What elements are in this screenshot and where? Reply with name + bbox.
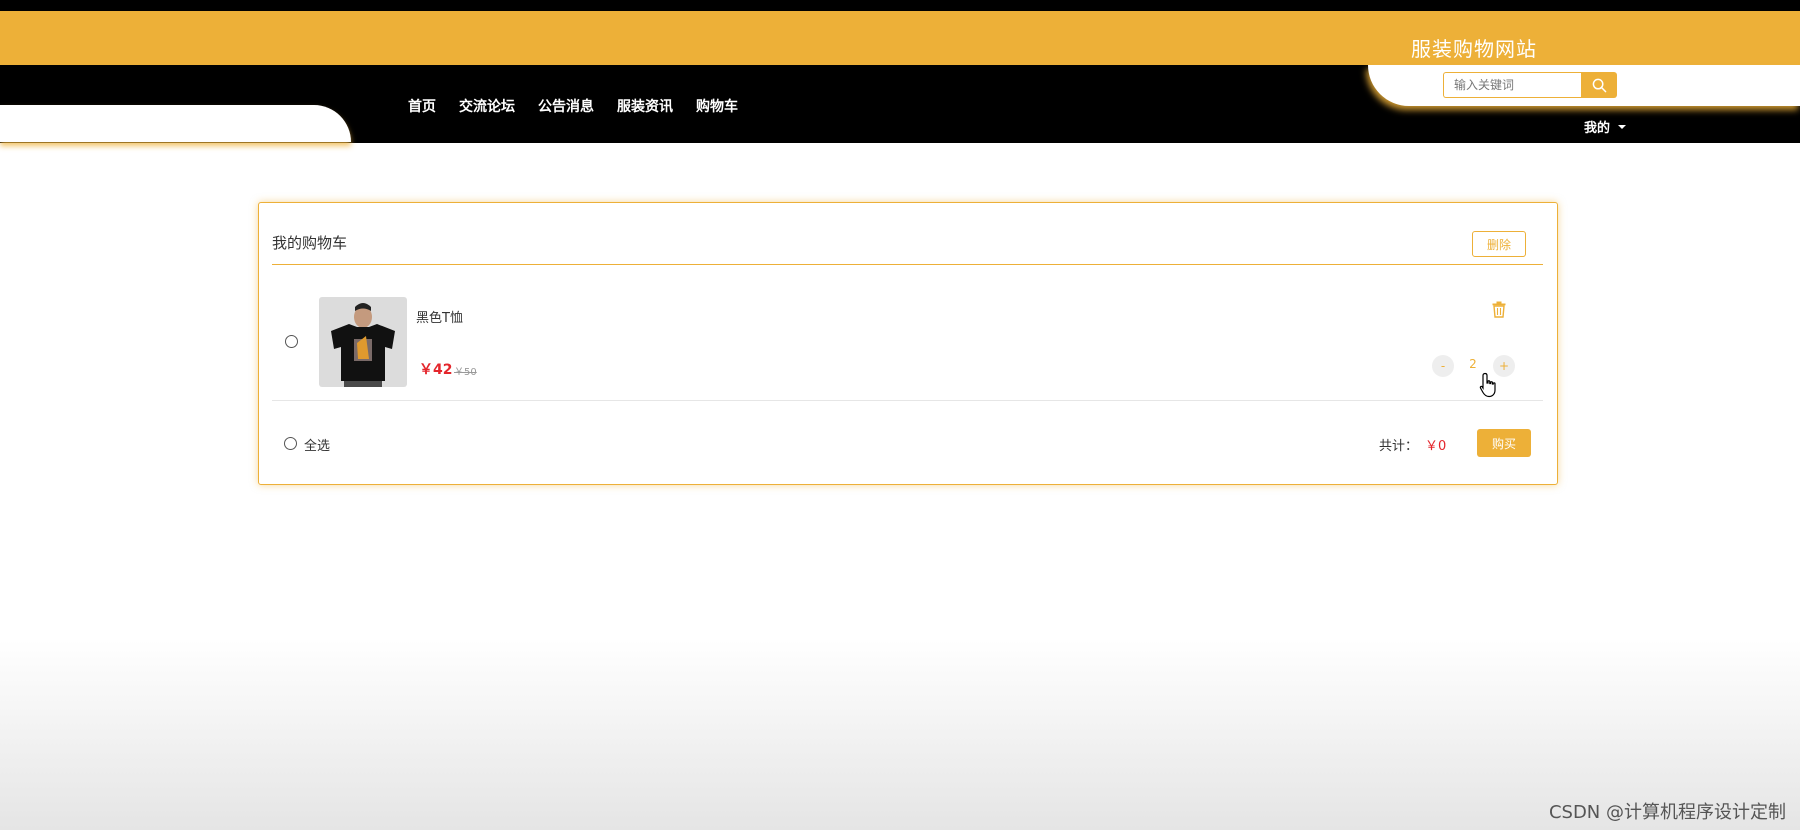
search-input[interactable] — [1443, 72, 1581, 98]
buy-button[interactable]: 购买 — [1477, 429, 1531, 457]
watermark: CSDN @计算机程序设计定制 — [1548, 802, 1786, 823]
delete-selected-button[interactable]: 删除 — [1472, 231, 1526, 257]
total-value: ￥0 — [1425, 439, 1447, 454]
caret-down-icon — [1618, 124, 1627, 129]
quantity-value[interactable]: 2 — [1456, 357, 1490, 371]
nav-item-forum[interactable]: 交流论坛 — [459, 96, 515, 116]
search-button[interactable] — [1581, 72, 1617, 98]
site-title: 服装购物网站 — [1411, 37, 1537, 61]
header-bar: 服装购物网站 — [0, 11, 1800, 65]
user-menu-label: 我的 — [1584, 121, 1611, 136]
item-select-radio[interactable] — [285, 335, 298, 348]
nav-item-news[interactable]: 服装资讯 — [617, 96, 673, 116]
nav-item-cart[interactable]: 购物车 — [696, 96, 738, 116]
user-menu[interactable]: 我的 — [1584, 117, 1627, 136]
top-strip — [0, 0, 1800, 11]
divider — [272, 400, 1543, 401]
select-all-label[interactable]: 全选 — [304, 435, 330, 454]
cart-title: 我的购物车 — [272, 234, 348, 252]
product-name[interactable]: 黑色T恤 — [416, 307, 463, 326]
divider — [272, 264, 1543, 265]
product-original-price: ￥50 — [454, 367, 477, 378]
main-nav: 首页 交流论坛 公告消息 服装资讯 购物车 — [408, 96, 738, 116]
hand-pointer-cursor — [1479, 372, 1496, 398]
product-thumbnail[interactable] — [319, 297, 407, 387]
select-all-radio[interactable] — [284, 437, 297, 450]
search-icon — [1592, 78, 1606, 92]
nav-item-notices[interactable]: 公告消息 — [538, 96, 594, 116]
cart-panel: 我的购物车 删除 黑色T恤 ￥42 ￥50 - 2 + 全选 共计： ￥0 购买 — [258, 202, 1558, 485]
quantity-decrease-button[interactable]: - — [1432, 355, 1454, 377]
nav-item-home[interactable]: 首页 — [408, 96, 436, 116]
search-bar — [1443, 72, 1617, 98]
trash-icon[interactable] — [1492, 301, 1506, 322]
product-price: ￥42 — [419, 362, 453, 378]
bottom-fade — [0, 640, 1800, 830]
total-label: 共计： — [1379, 439, 1419, 454]
left-decor-curve — [0, 105, 351, 142]
